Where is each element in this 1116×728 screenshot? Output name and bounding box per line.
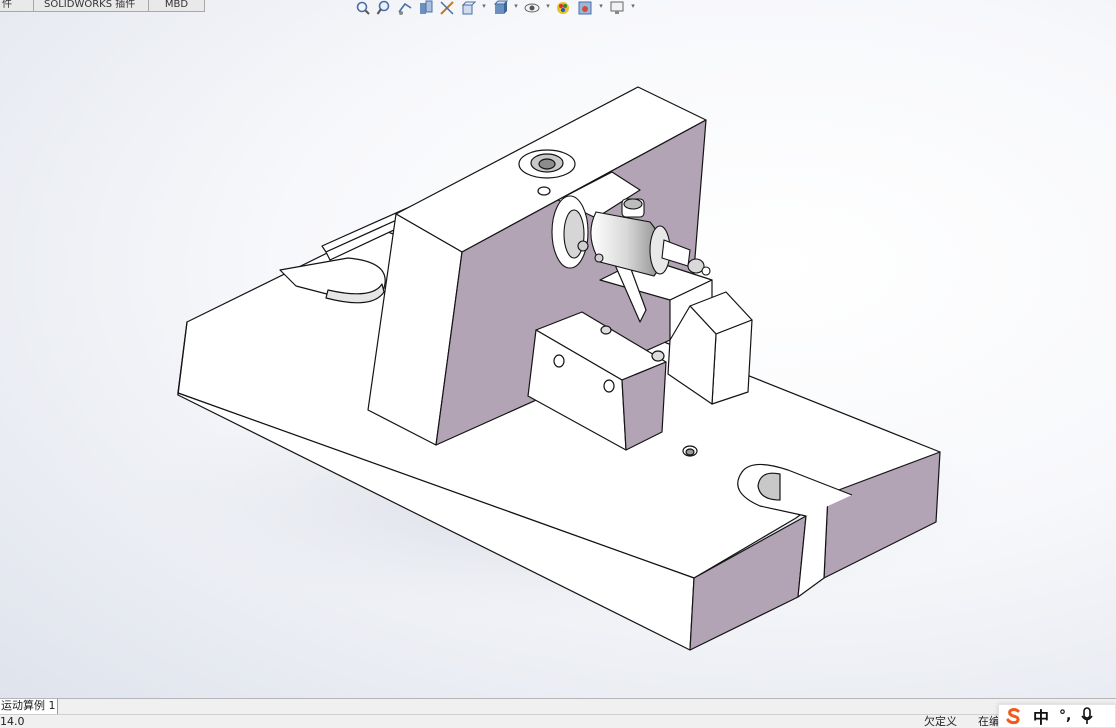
pin-hole (537, 186, 551, 196)
chevron-down-icon[interactable]: ▾ (480, 0, 488, 16)
zoom-to-area-icon[interactable] (375, 0, 393, 16)
status-bar: 14.0 欠定义 在编 (0, 714, 1116, 728)
tab-mbd[interactable]: MBD (149, 0, 205, 12)
bolt-2 (594, 253, 604, 263)
zoom-to-fit-icon[interactable] (354, 0, 372, 16)
rod-tip (701, 266, 711, 276)
hide-show-items-icon[interactable] (523, 0, 541, 16)
heads-up-view-toolbar: ▾ ▾ ▾ ▾ ▾ (354, 0, 637, 16)
counterbore-hole (538, 158, 556, 170)
tab-solidworks-addins[interactable]: SOLIDWORKS 插件 (34, 0, 149, 12)
section-view-icon[interactable] (417, 0, 435, 16)
status-editing: 在编 (978, 715, 1000, 728)
dynamic-annotation-icon[interactable] (438, 0, 456, 16)
cylinder-port-hole (623, 198, 643, 210)
rear-block-front (711, 319, 753, 405)
bottom-tab-bar: 运动算例 1 (0, 698, 1116, 714)
chevron-down-icon[interactable]: ▾ (629, 0, 637, 16)
edit-appearance-icon[interactable] (555, 0, 573, 16)
tab-motion-study-1[interactable]: 运动算例 1 (0, 699, 58, 714)
bolt-1 (577, 240, 589, 252)
ime-punctuation-toggle[interactable]: °, (1059, 708, 1071, 724)
base-dowel-hole-inner (685, 448, 695, 456)
sogou-logo-icon[interactable] (1005, 707, 1023, 725)
apply-scene-icon[interactable] (576, 0, 594, 16)
status-text: 14.0 (0, 715, 25, 728)
display-style-icon[interactable] (491, 0, 509, 16)
chevron-down-icon[interactable]: ▾ (544, 0, 552, 16)
command-manager-tabs: 件 SOLIDWORKS 插件 MBD (0, 0, 205, 12)
3d-model-fixture[interactable] (0, 0, 1116, 698)
tab-parts[interactable]: 件 (0, 0, 34, 12)
previous-view-icon[interactable] (396, 0, 414, 16)
view-settings-icon[interactable] (608, 0, 626, 16)
clamp-bolt-2 (600, 325, 612, 335)
status-underdefined: 欠定义 (924, 715, 957, 728)
clamp-bolt (651, 350, 665, 362)
chevron-down-icon[interactable]: ▾ (512, 0, 520, 16)
view-orientation-icon[interactable] (459, 0, 477, 16)
ime-toolbar: 中 °, (998, 704, 1116, 728)
microphone-icon[interactable] (1081, 707, 1093, 725)
ime-language-toggle[interactable]: 中 (1033, 704, 1049, 728)
chevron-down-icon[interactable]: ▾ (597, 0, 605, 16)
graphics-area[interactable]: 件 SOLIDWORKS 插件 MBD ▾ ▾ ▾ ▾ ▾ (0, 0, 1116, 698)
front-block-hole-2 (603, 379, 615, 393)
front-block-hole-1 (553, 354, 565, 368)
